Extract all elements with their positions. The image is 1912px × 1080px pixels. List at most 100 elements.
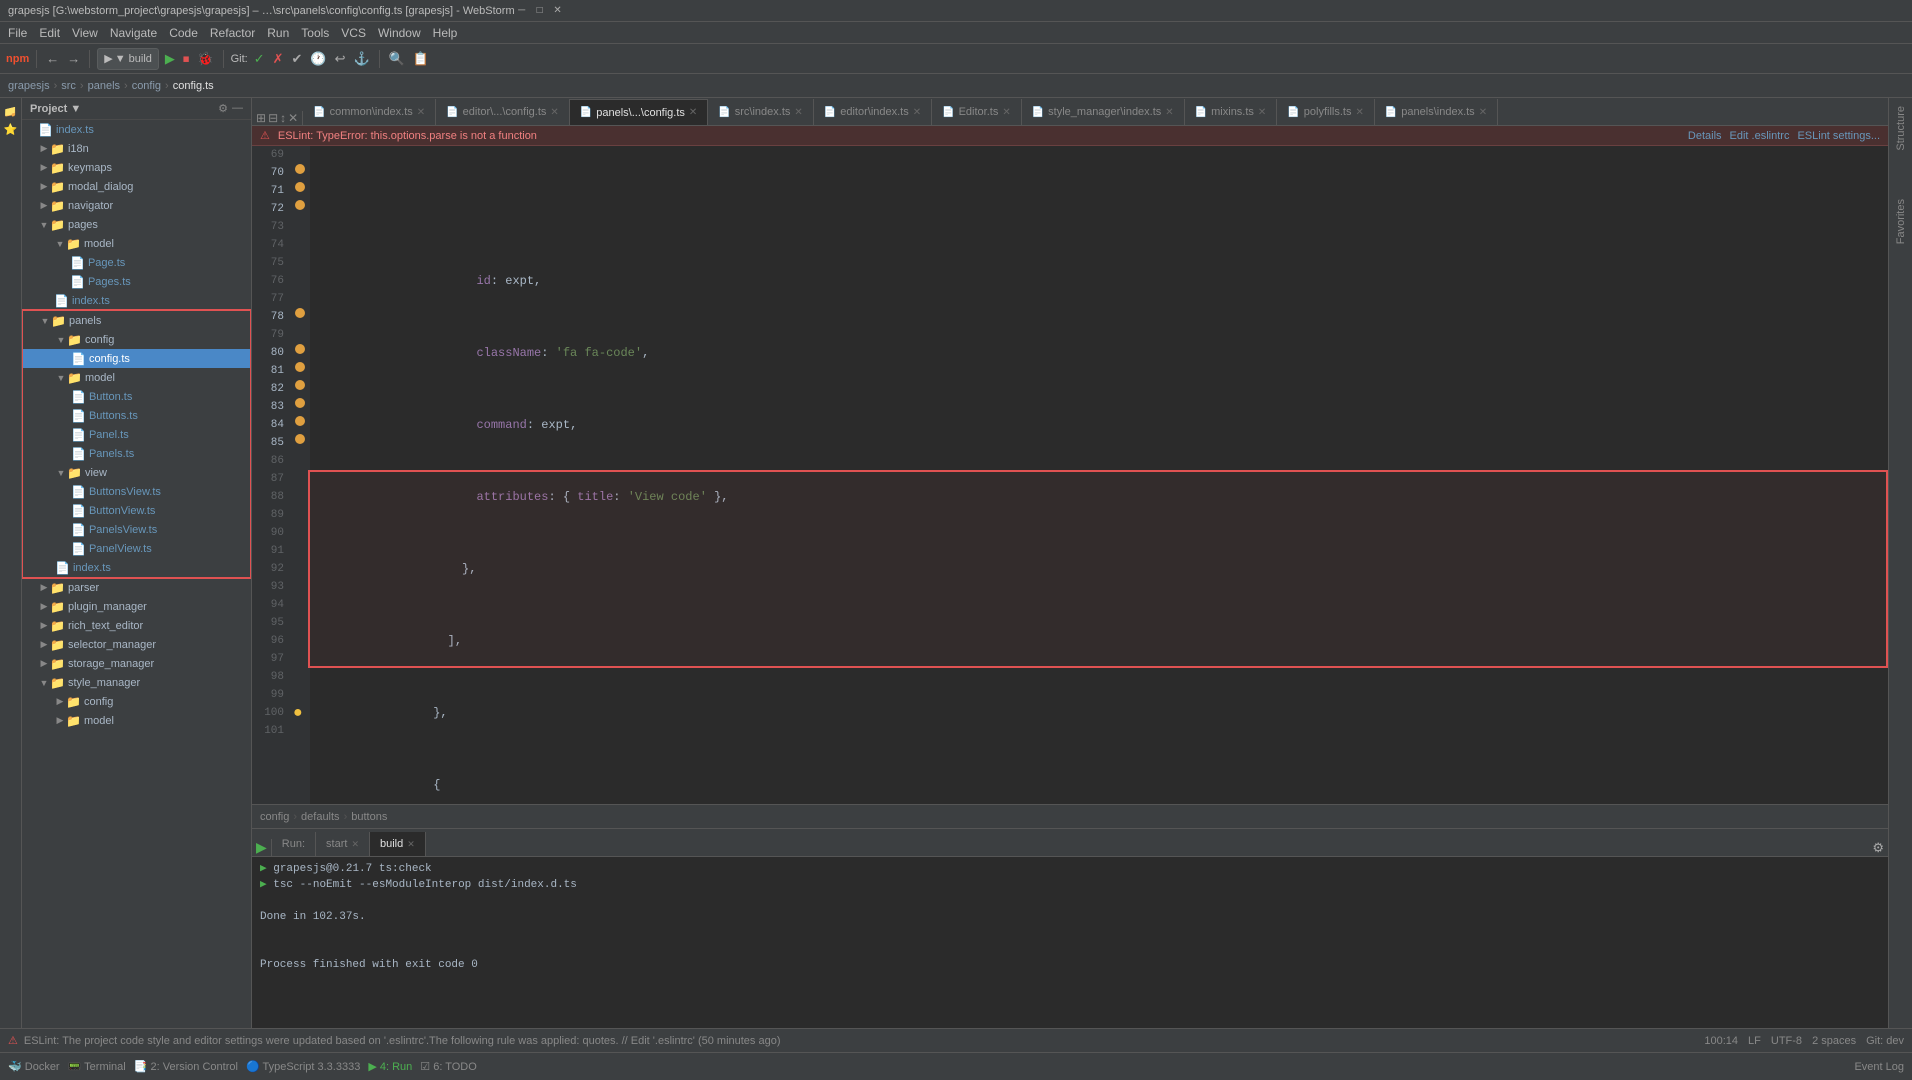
nav-panels[interactable]: panels [88,80,120,92]
bc-defaults[interactable]: defaults [301,811,340,823]
toolbar-git-anchor[interactable]: ⚓ [352,49,372,69]
right-icon-2[interactable]: Favorites [1895,199,1907,244]
tree-item-pages[interactable]: ▼ 📁 pages [22,215,251,234]
tree-item-button-ts[interactable]: 📄 Button.ts [23,387,250,406]
tab-polyfills[interactable]: 📄 polyfills.ts ✕ [1277,99,1375,125]
tab-close-icon[interactable]: ✕ [417,107,425,118]
tree-item-style-model[interactable]: ▶ 📁 model [22,711,251,730]
tab-src-index[interactable]: 📄 src\index.ts ✕ [708,99,813,125]
nav-grapesjs[interactable]: grapesjs [8,80,50,92]
toolbar-run-button[interactable]: ▶ [163,49,177,69]
code-editor[interactable]: 69 70 71 72 73 74 75 76 77 78 79 80 81 8… [252,146,1888,804]
eslint-settings-link[interactable]: ESLint settings... [1797,130,1880,142]
tree-item-rich-text-editor[interactable]: ▶ 📁 rich_text_editor [22,616,251,635]
menu-code[interactable]: Code [169,26,198,40]
tree-item-page-ts[interactable]: 📄 Page.ts [22,253,251,272]
tree-item-panel-view-ts[interactable]: 📄 PanelView.ts [23,539,250,558]
tab-editor-config[interactable]: 📄 editor\...\config.ts ✕ [436,99,570,125]
menu-window[interactable]: Window [378,26,421,40]
taskbar-docker[interactable]: 🐳 Docker [8,1060,60,1073]
toolbar-forward-button[interactable]: → [65,49,82,68]
status-eslint-message[interactable]: ESLint: The project code style and edito… [24,1035,781,1047]
tab-panels-index[interactable]: 📄 panels\index.ts ✕ [1375,99,1498,125]
tab-close-icon[interactable]: ✕ [913,107,921,118]
tree-item-panel-ts[interactable]: 📄 Panel.ts [23,425,250,444]
tree-item-pages-model[interactable]: ▼ 📁 model [22,234,251,253]
run-tab-build-close[interactable]: ✕ [407,839,415,850]
menu-view[interactable]: View [72,26,98,40]
minimize-button[interactable]: ─ [515,4,529,18]
tab-close-icon[interactable]: ✕ [1258,107,1266,118]
tree-item-panels-ts[interactable]: 📄 Panels.ts [23,444,250,463]
tab-close-icon[interactable]: ✕ [1479,107,1487,118]
run-tab-start[interactable]: start ✕ [316,832,370,856]
menu-refactor[interactable]: Refactor [210,26,255,40]
toolbar-git-check[interactable]: ✓ [252,49,267,69]
status-position[interactable]: 100:14 [1704,1035,1738,1047]
details-link[interactable]: Details [1688,130,1722,142]
taskbar-todo[interactable]: ☑ 6: TODO [420,1060,477,1073]
taskbar-version-control[interactable]: 📑 2: Version Control [134,1060,238,1073]
taskbar-terminal[interactable]: 📟 Terminal [68,1060,126,1073]
toolbar-git-x[interactable]: ✗ [271,49,286,69]
tree-item-panels[interactable]: ▼ 📁 panels [23,311,250,330]
status-indent[interactable]: 2 spaces [1812,1035,1856,1047]
toolbar-stop-button[interactable]: ⏹ [181,49,192,69]
tab-common-index[interactable]: 📄 common\index.ts ✕ [303,99,436,125]
edit-eslintrc-link[interactable]: Edit .eslintrc [1730,130,1790,142]
favorites-icon[interactable]: ⭐ [4,123,18,136]
toolbar-back-button[interactable]: ← [44,49,61,68]
tree-item-buttons-view-ts[interactable]: 📄 ButtonsView.ts [23,482,250,501]
tab-mixins[interactable]: 📄 mixins.ts ✕ [1185,99,1278,125]
tab-toolbar-icon1[interactable]: ⊞ [256,111,266,125]
tree-item-panels-index-ts[interactable]: 📄 index.ts [23,558,250,577]
taskbar-typescript[interactable]: 🔵 TypeScript 3.3.3333 [246,1060,360,1073]
tab-close-icon[interactable]: ✕ [1165,107,1173,118]
toolbar-more-button[interactable]: 📋 [411,49,431,69]
tree-item-navigator[interactable]: ▶ 📁 navigator [22,196,251,215]
tree-item-selector-manager[interactable]: ▶ 📁 selector_manager [22,635,251,654]
tree-item-keymaps[interactable]: ▶ 📁 keymaps [22,158,251,177]
tree-item-parser[interactable]: ▶ 📁 parser [22,578,251,597]
sidebar-settings-icon[interactable]: ⚙ [218,102,228,115]
toolbar-debug-button[interactable]: 🐞 [195,49,215,69]
tree-item-style-config[interactable]: ▶ 📁 config [22,692,251,711]
run-play-icon[interactable]: ▶ [256,839,267,856]
run-tab-start-close[interactable]: ✕ [351,839,359,850]
menu-run[interactable]: Run [267,26,289,40]
menu-navigate[interactable]: Navigate [110,26,157,40]
toolbar-git-tick[interactable]: ✔ [290,49,305,69]
status-linesep[interactable]: LF [1748,1035,1761,1047]
tree-item-plugin-manager[interactable]: ▶ 📁 plugin_manager [22,597,251,616]
tree-item-modal-dialog[interactable]: ▶ 📁 modal_dialog [22,177,251,196]
run-tab-build[interactable]: build ✕ [370,832,426,856]
right-icon-1[interactable]: Structure [1895,106,1907,151]
tree-item-buttons-ts[interactable]: 📄 Buttons.ts [23,406,250,425]
project-icon[interactable]: 📁 [4,104,17,117]
nav-config[interactable]: config [132,80,161,92]
toolbar-git-undo[interactable]: ↩ [333,49,348,69]
tree-item-config-ts[interactable]: 📄 config.ts [23,349,250,368]
taskbar-event-log[interactable]: Event Log [1854,1061,1904,1073]
tab-close-icon[interactable]: ✕ [689,107,697,118]
tree-item-panels-view-ts[interactable]: 📄 PanelsView.ts [23,520,250,539]
tab-toolbar-icon3[interactable]: ↕ [280,111,286,125]
tab-editor-index[interactable]: 📄 editor\index.ts ✕ [814,99,932,125]
tab-style-manager[interactable]: 📄 style_manager\index.ts ✕ [1022,99,1185,125]
menu-vcs[interactable]: VCS [341,26,366,40]
toolbar-git-time[interactable]: 🕐 [308,49,328,69]
code-content[interactable]: id: expt, className: 'fa fa-code', comma… [310,146,1888,804]
tree-item-panels-model[interactable]: ▼ 📁 model [23,368,250,387]
menu-help[interactable]: Help [433,26,458,40]
tree-item-index-root[interactable]: 📄 index.ts [22,120,251,139]
status-git-branch[interactable]: Git: dev [1866,1035,1904,1047]
menu-file[interactable]: File [8,26,27,40]
maximize-button[interactable]: □ [533,4,547,18]
tree-item-panels-view[interactable]: ▼ 📁 view [23,463,250,482]
bc-config[interactable]: config [260,811,289,823]
tab-editor-ts[interactable]: 📄 Editor.ts ✕ [932,99,1022,125]
close-button[interactable]: ✕ [551,4,565,18]
build-button[interactable]: ▶ ▼ build [97,48,159,70]
tab-close-icon[interactable]: ✕ [1002,107,1010,118]
status-encoding[interactable]: UTF-8 [1771,1035,1802,1047]
